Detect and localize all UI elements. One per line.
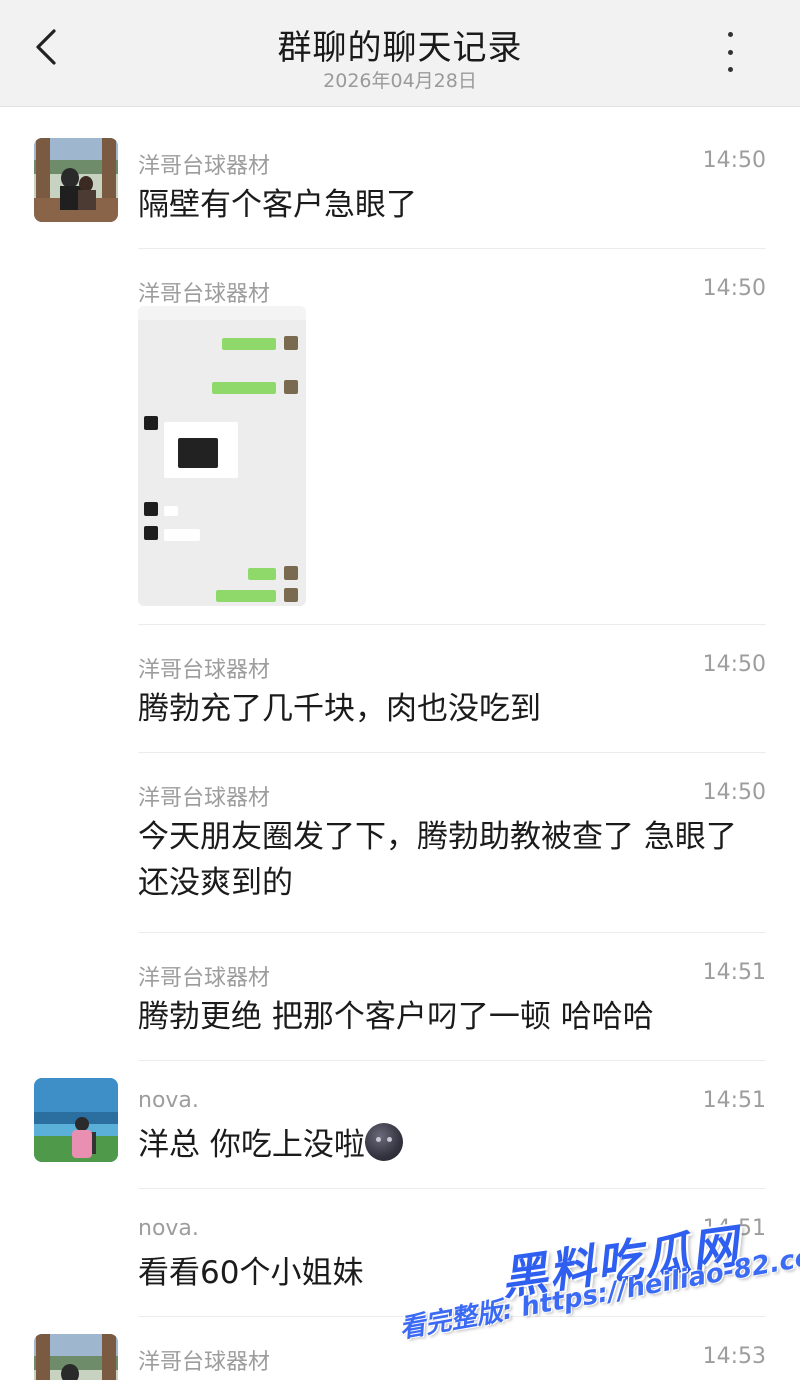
dark-moon-emoji-icon: [364, 1123, 403, 1161]
message-text: 今天朋友圈发了下，腾勃助教被查了 急眼了 还没爽到的: [138, 814, 770, 906]
divider: [138, 932, 766, 933]
message-text: 洋总 你吃上没啦: [138, 1122, 770, 1168]
more-vertical-icon: [727, 32, 733, 37]
page-title: 群聊的聊天记录: [277, 28, 523, 68]
screenshot-image[interactable]: [138, 306, 306, 606]
message-item[interactable]: 洋哥台球器材 14:51 腾勃更绝 把那个客户叼了一顿 哈哈哈: [0, 960, 800, 1060]
record-date: 2026年04月28日: [323, 70, 477, 92]
sender-name: 洋哥台球器材: [138, 1350, 271, 1375]
sender-name: 洋哥台球器材: [138, 658, 271, 683]
more-options-button[interactable]: [718, 32, 742, 72]
message-text: 腾勃更绝 把那个客户叼了一顿 哈哈哈: [138, 999, 654, 1035]
avatar[interactable]: [34, 1334, 118, 1380]
message-text: 腾勃充了几千块，肉也没吃到: [138, 691, 541, 727]
message-time: 14:51: [702, 960, 766, 985]
chat-record-header: 群聊的聊天记录 2026年04月28日: [0, 0, 800, 107]
divider: [138, 248, 766, 249]
sender-name: nova.: [138, 1216, 199, 1241]
divider: [138, 1188, 766, 1189]
divider: [138, 752, 766, 753]
avatar[interactable]: [34, 138, 118, 222]
message-item[interactable]: 洋哥台球器材 14:50 隔壁有个客户急眼了: [0, 138, 800, 248]
message-time: 14:50: [702, 148, 766, 173]
message-item[interactable]: 洋哥台球器材 14:50: [0, 276, 800, 616]
sender-name: 洋哥台球器材: [138, 786, 271, 811]
message-item[interactable]: 洋哥台球器材 14:50 今天朋友圈发了下，腾勃助教被查了 急眼了 还没爽到的: [0, 780, 800, 930]
message-text-line: 今天朋友圈发了下，腾勃助教被查了 急眼了: [138, 819, 737, 855]
message-time: 14:51: [702, 1088, 766, 1113]
divider: [138, 624, 766, 625]
message-time: 14:50: [702, 276, 766, 301]
message-text-content: 洋总 你吃上没啦: [138, 1127, 365, 1163]
sender-name: nova.: [138, 1088, 199, 1113]
avatar[interactable]: [34, 1078, 118, 1162]
message-text-line: 还没爽到的: [138, 865, 293, 901]
sender-name: 洋哥台球器材: [138, 282, 271, 307]
message-time: 14:50: [702, 652, 766, 677]
message-item[interactable]: 洋哥台球器材 14:50 腾勃充了几千块，肉也没吃到: [0, 652, 800, 752]
sender-name: 洋哥台球器材: [138, 966, 271, 991]
divider: [138, 1060, 766, 1061]
message-item[interactable]: nova. 14:51 洋总 你吃上没啦: [0, 1078, 800, 1188]
message-text: 隔壁有个客户急眼了: [138, 187, 417, 223]
message-item[interactable]: 洋哥台球器材 14:53: [0, 1334, 800, 1380]
message-time: 14:50: [702, 780, 766, 805]
message-time: 14:53: [702, 1344, 766, 1369]
sender-name: 洋哥台球器材: [138, 154, 271, 179]
